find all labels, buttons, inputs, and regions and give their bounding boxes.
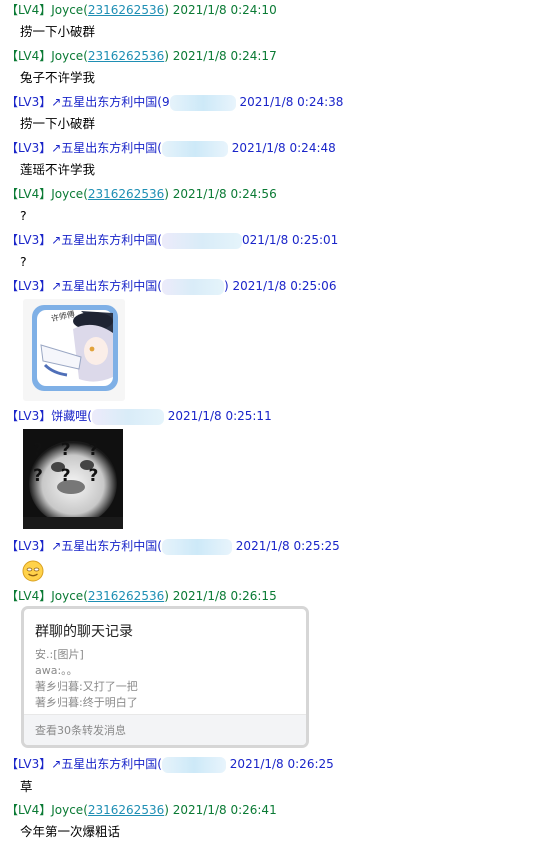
message-text: ? xyxy=(20,254,27,269)
level-badge: 【LV4】 xyxy=(6,589,52,603)
level-badge: 【LV3】 xyxy=(6,279,52,293)
qq-link[interactable]: 2316262536 xyxy=(88,187,164,201)
timestamp: 2021/1/8 0:26:15 xyxy=(172,589,277,603)
timestamp: 2021/1/8 0:24:56 xyxy=(172,187,277,201)
redacted-qq xyxy=(161,538,232,555)
sender-name[interactable]: ↗五星出东方利中国( xyxy=(51,233,162,247)
message-header: 【LV4】Joyce(2316262536) 2021/1/8 0:24:56 xyxy=(6,187,277,201)
message-header: 【LV4】Joyce(2316262536) 2021/1/8 0:24:10 xyxy=(6,3,277,17)
level-badge: 【LV4】 xyxy=(6,803,52,817)
card-preview-line: awa:。。 xyxy=(35,664,78,677)
timestamp: 2021/1/8 0:26:41 xyxy=(172,803,277,817)
sender-name[interactable]: ↗五星出东方利中国( xyxy=(51,95,162,109)
sticker-image[interactable]: 许师傅 xyxy=(23,299,125,401)
qq-prefix: 9 xyxy=(161,95,170,109)
message-text: 莲瑶不许学我 xyxy=(20,162,96,177)
sender-name[interactable]: Joyce xyxy=(51,49,83,63)
qq-link[interactable]: 2316262536 xyxy=(88,3,164,17)
level-badge: 【LV4】 xyxy=(6,187,52,201)
message-header: 【LV3】↗五星出东方利中国( 2021/1/8 0:24:48 xyxy=(6,139,336,157)
sender-name[interactable]: ↗五星出东方利中国( xyxy=(51,141,162,155)
message-text: ? xyxy=(20,208,27,223)
message-header: 【LV4】Joyce(2316262536) 2021/1/8 0:24:17 xyxy=(6,49,277,63)
timestamp: 2021/1/8 0:25:11 xyxy=(167,409,272,423)
redacted-qq xyxy=(161,278,224,295)
level-badge: 【LV3】 xyxy=(6,409,52,423)
message-header: 【LV3】↗五星出东方利中国( 2021/1/8 0:26:25 xyxy=(6,755,334,773)
timestamp: 2021/1/8 0:25:06 xyxy=(232,279,337,293)
sticker-image[interactable]: ? ? ? ? ? ? xyxy=(23,429,123,529)
message-header: 【LV3】饼藏哩( 2021/1/8 0:25:11 xyxy=(6,407,272,425)
message-text: 草 xyxy=(20,779,33,794)
redacted-qq xyxy=(161,232,242,249)
sender-name[interactable]: ↗五星出东方利中国( xyxy=(51,279,162,293)
message-text: 捞一下小破群 xyxy=(20,24,96,39)
qq-link[interactable]: 2316262536 xyxy=(88,803,164,817)
sticker-marks: ? ? ? ? ? ? xyxy=(33,440,101,486)
level-badge: 【LV4】 xyxy=(6,3,52,17)
redacted-qq xyxy=(91,408,164,425)
timestamp: 2021/1/8 0:24:10 xyxy=(172,3,277,17)
sender-name[interactable]: ↗五星出东方利中国( xyxy=(51,539,162,553)
message-header: 【LV3】↗五星出东方利中国( 021/1/8 0:25:01 xyxy=(6,231,338,249)
timestamp: 2021/1/8 0:25:25 xyxy=(235,539,340,553)
card-preview-line: 著乡归暮:又打了一把 xyxy=(35,680,138,693)
paren-close: ) xyxy=(223,279,229,293)
forwarded-chat-card[interactable]: 群聊的聊天记录 安.:[图片] awa:。。 著乡归暮:又打了一把 著乡归暮:终… xyxy=(21,606,309,748)
timestamp: 2021/1/8 0:24:17 xyxy=(172,49,277,63)
sender-name[interactable]: 饼藏哩( xyxy=(51,409,92,423)
level-badge: 【LV3】 xyxy=(6,757,52,771)
card-title: 群聊的聊天记录 xyxy=(35,624,133,640)
sender-name[interactable]: Joyce xyxy=(51,589,83,603)
message-text: 兔子不许学我 xyxy=(20,70,96,85)
message-header: 【LV3】↗五星出东方利中国() 2021/1/8 0:25:06 xyxy=(6,277,336,295)
message-text: 今年第一次爆粗话 xyxy=(20,824,121,839)
message-header: 【LV3】↗五星出东方利中国( 2021/1/8 0:25:25 xyxy=(6,537,340,555)
redacted-qq xyxy=(169,94,236,111)
timestamp: 2021/1/8 0:24:38 xyxy=(239,95,344,109)
message-header: 【LV4】Joyce(2316262536) 2021/1/8 0:26:41 xyxy=(6,803,277,817)
view-forwarded-link[interactable]: 查看30条转发消息 xyxy=(35,722,126,738)
timestamp: 2021/1/8 0:24:48 xyxy=(231,141,336,155)
card-preview-line: 安.:[图片] xyxy=(35,648,84,661)
sender-name[interactable]: Joyce xyxy=(51,187,83,201)
message-text: 捞一下小破群 xyxy=(20,116,96,131)
timestamp: 021/1/8 0:25:01 xyxy=(241,233,339,247)
redacted-qq xyxy=(161,140,228,157)
sender-name[interactable]: ↗五星出东方利中国( xyxy=(51,757,162,771)
level-badge: 【LV3】 xyxy=(6,141,52,155)
redacted-qq xyxy=(161,756,226,773)
smile-emoji-icon xyxy=(22,560,44,582)
level-badge: 【LV3】 xyxy=(6,539,52,553)
qq-link[interactable]: 2316262536 xyxy=(88,589,164,603)
level-badge: 【LV4】 xyxy=(6,49,52,63)
level-badge: 【LV3】 xyxy=(6,95,52,109)
level-badge: 【LV3】 xyxy=(6,233,52,247)
card-footer[interactable]: 查看30条转发消息 xyxy=(24,714,306,745)
timestamp: 2021/1/8 0:26:25 xyxy=(229,757,334,771)
sender-name[interactable]: Joyce xyxy=(51,803,83,817)
sender-name[interactable]: Joyce xyxy=(51,3,83,17)
card-preview-line: 著乡归暮:终于明白了 xyxy=(35,696,138,709)
qq-link[interactable]: 2316262536 xyxy=(88,49,164,63)
message-header: 【LV3】↗五星出东方利中国(9 2021/1/8 0:24:38 xyxy=(6,93,343,111)
message-header: 【LV4】Joyce(2316262536) 2021/1/8 0:26:15 xyxy=(6,589,277,603)
